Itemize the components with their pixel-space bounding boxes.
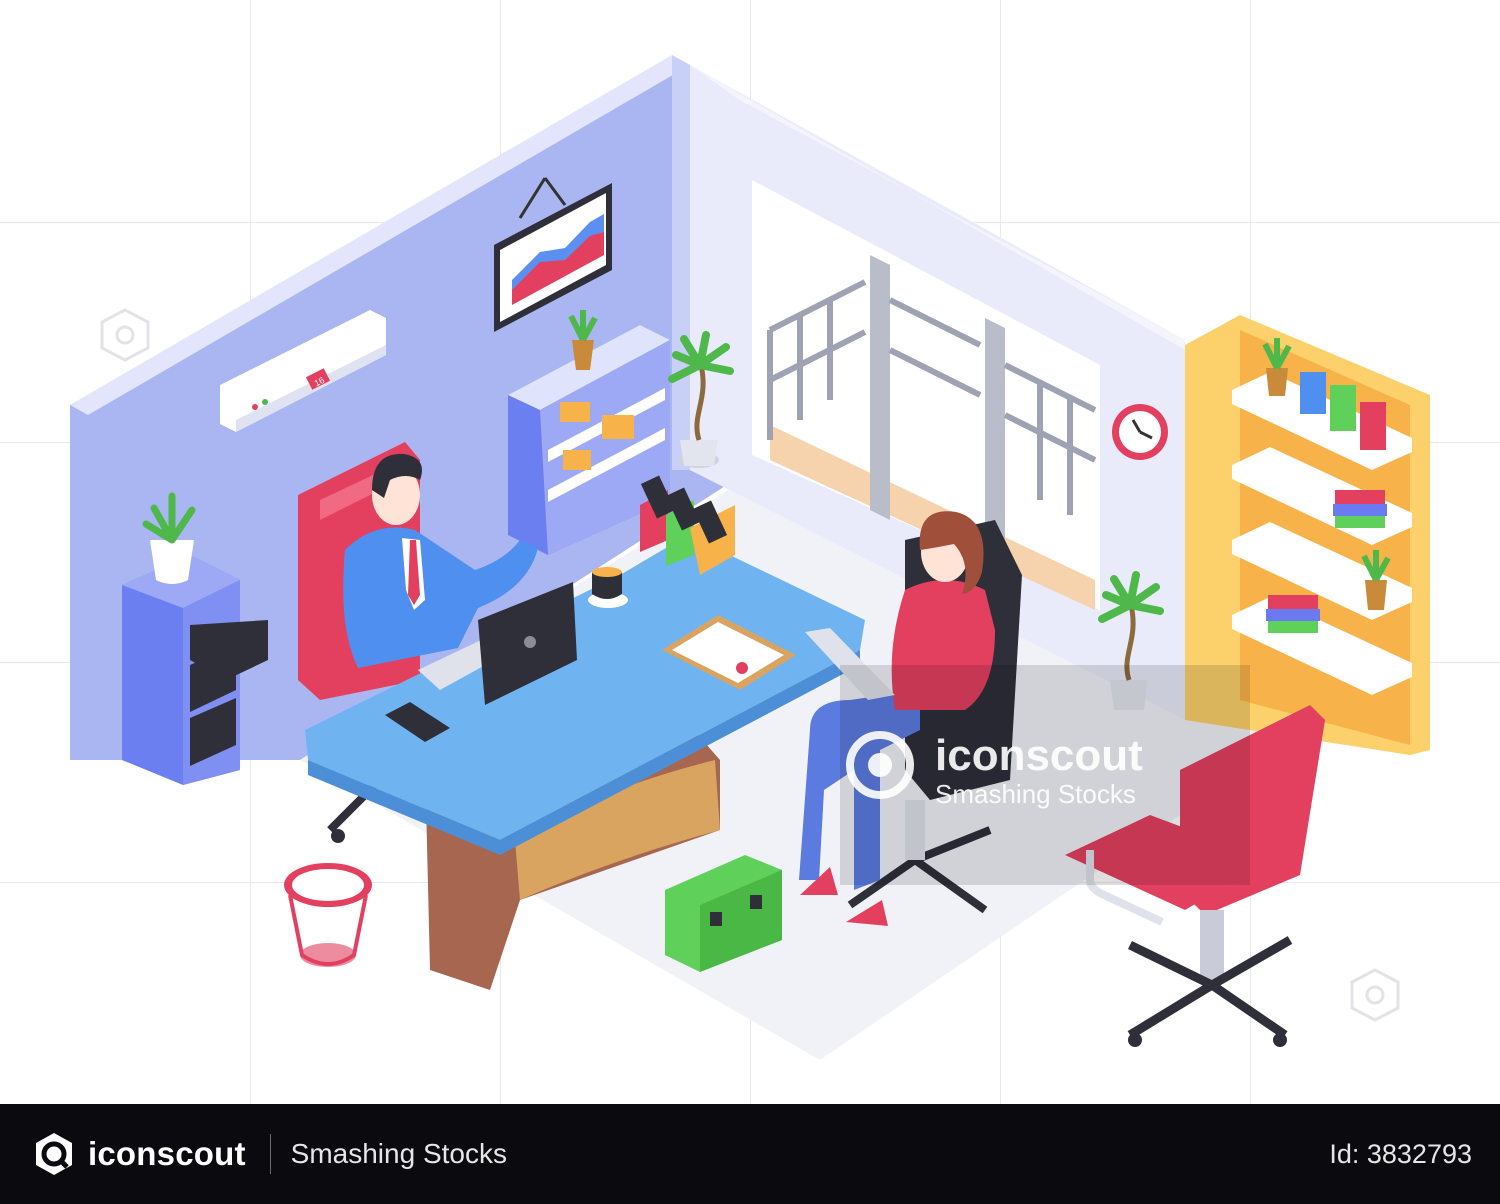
- book: [1300, 372, 1326, 414]
- briefcase-lock: [710, 912, 722, 926]
- book-stack: [1266, 609, 1320, 621]
- seal-icon: [736, 662, 748, 674]
- small-watermark-icon: [100, 308, 150, 362]
- box: [563, 450, 591, 470]
- illustration-canvas: 16 iconscout Smashing Stocks: [0, 0, 1500, 1104]
- footer-divider: [269, 1134, 271, 1174]
- watermark-logo-icon: [868, 753, 892, 777]
- shelf-plant-pot: [1266, 368, 1288, 396]
- book-stack: [1335, 490, 1385, 504]
- caster: [1273, 1033, 1287, 1047]
- planter: [680, 440, 718, 466]
- book-stack: [1335, 516, 1385, 528]
- footer-logo[interactable]: iconscout: [30, 1130, 246, 1178]
- iconscout-logo-icon: [36, 1133, 72, 1175]
- book-stack: [1268, 595, 1318, 609]
- footer-bar: iconscout Smashing Stocks Id: 3832793: [0, 1104, 1500, 1204]
- box: [602, 415, 634, 439]
- watermark-text: iconscout Smashing Stocks: [935, 731, 1143, 810]
- book: [1330, 385, 1356, 431]
- wall-corner: [672, 55, 690, 470]
- watermark-author: Smashing Stocks: [935, 779, 1136, 809]
- window-mullion: [870, 255, 890, 520]
- caster: [331, 829, 345, 843]
- ac-led: [252, 404, 258, 410]
- waste-basket-opening: [292, 869, 364, 901]
- laptop-logo-icon: [524, 636, 536, 648]
- footer-author[interactable]: Smashing Stocks: [291, 1138, 507, 1170]
- coffee: [592, 567, 622, 577]
- watermark-brand: iconscout: [935, 731, 1143, 780]
- book: [1360, 402, 1386, 450]
- office-scene: 16: [70, 55, 1430, 1060]
- box: [560, 402, 590, 422]
- vase: [150, 540, 194, 584]
- footer-brand: iconscout: [88, 1135, 246, 1172]
- book-stack: [1333, 504, 1387, 516]
- book-stack: [1268, 621, 1318, 633]
- footer-asset-id: Id: 3832793: [1329, 1138, 1472, 1169]
- empty-chair-post: [1200, 910, 1224, 980]
- ac-led: [262, 399, 268, 405]
- shelf-plant-pot: [1365, 580, 1387, 610]
- waste-basket-bottom: [300, 943, 356, 967]
- caster: [1128, 1033, 1142, 1047]
- briefcase-lock: [750, 895, 762, 909]
- small-watermark-icon: [1350, 968, 1400, 1022]
